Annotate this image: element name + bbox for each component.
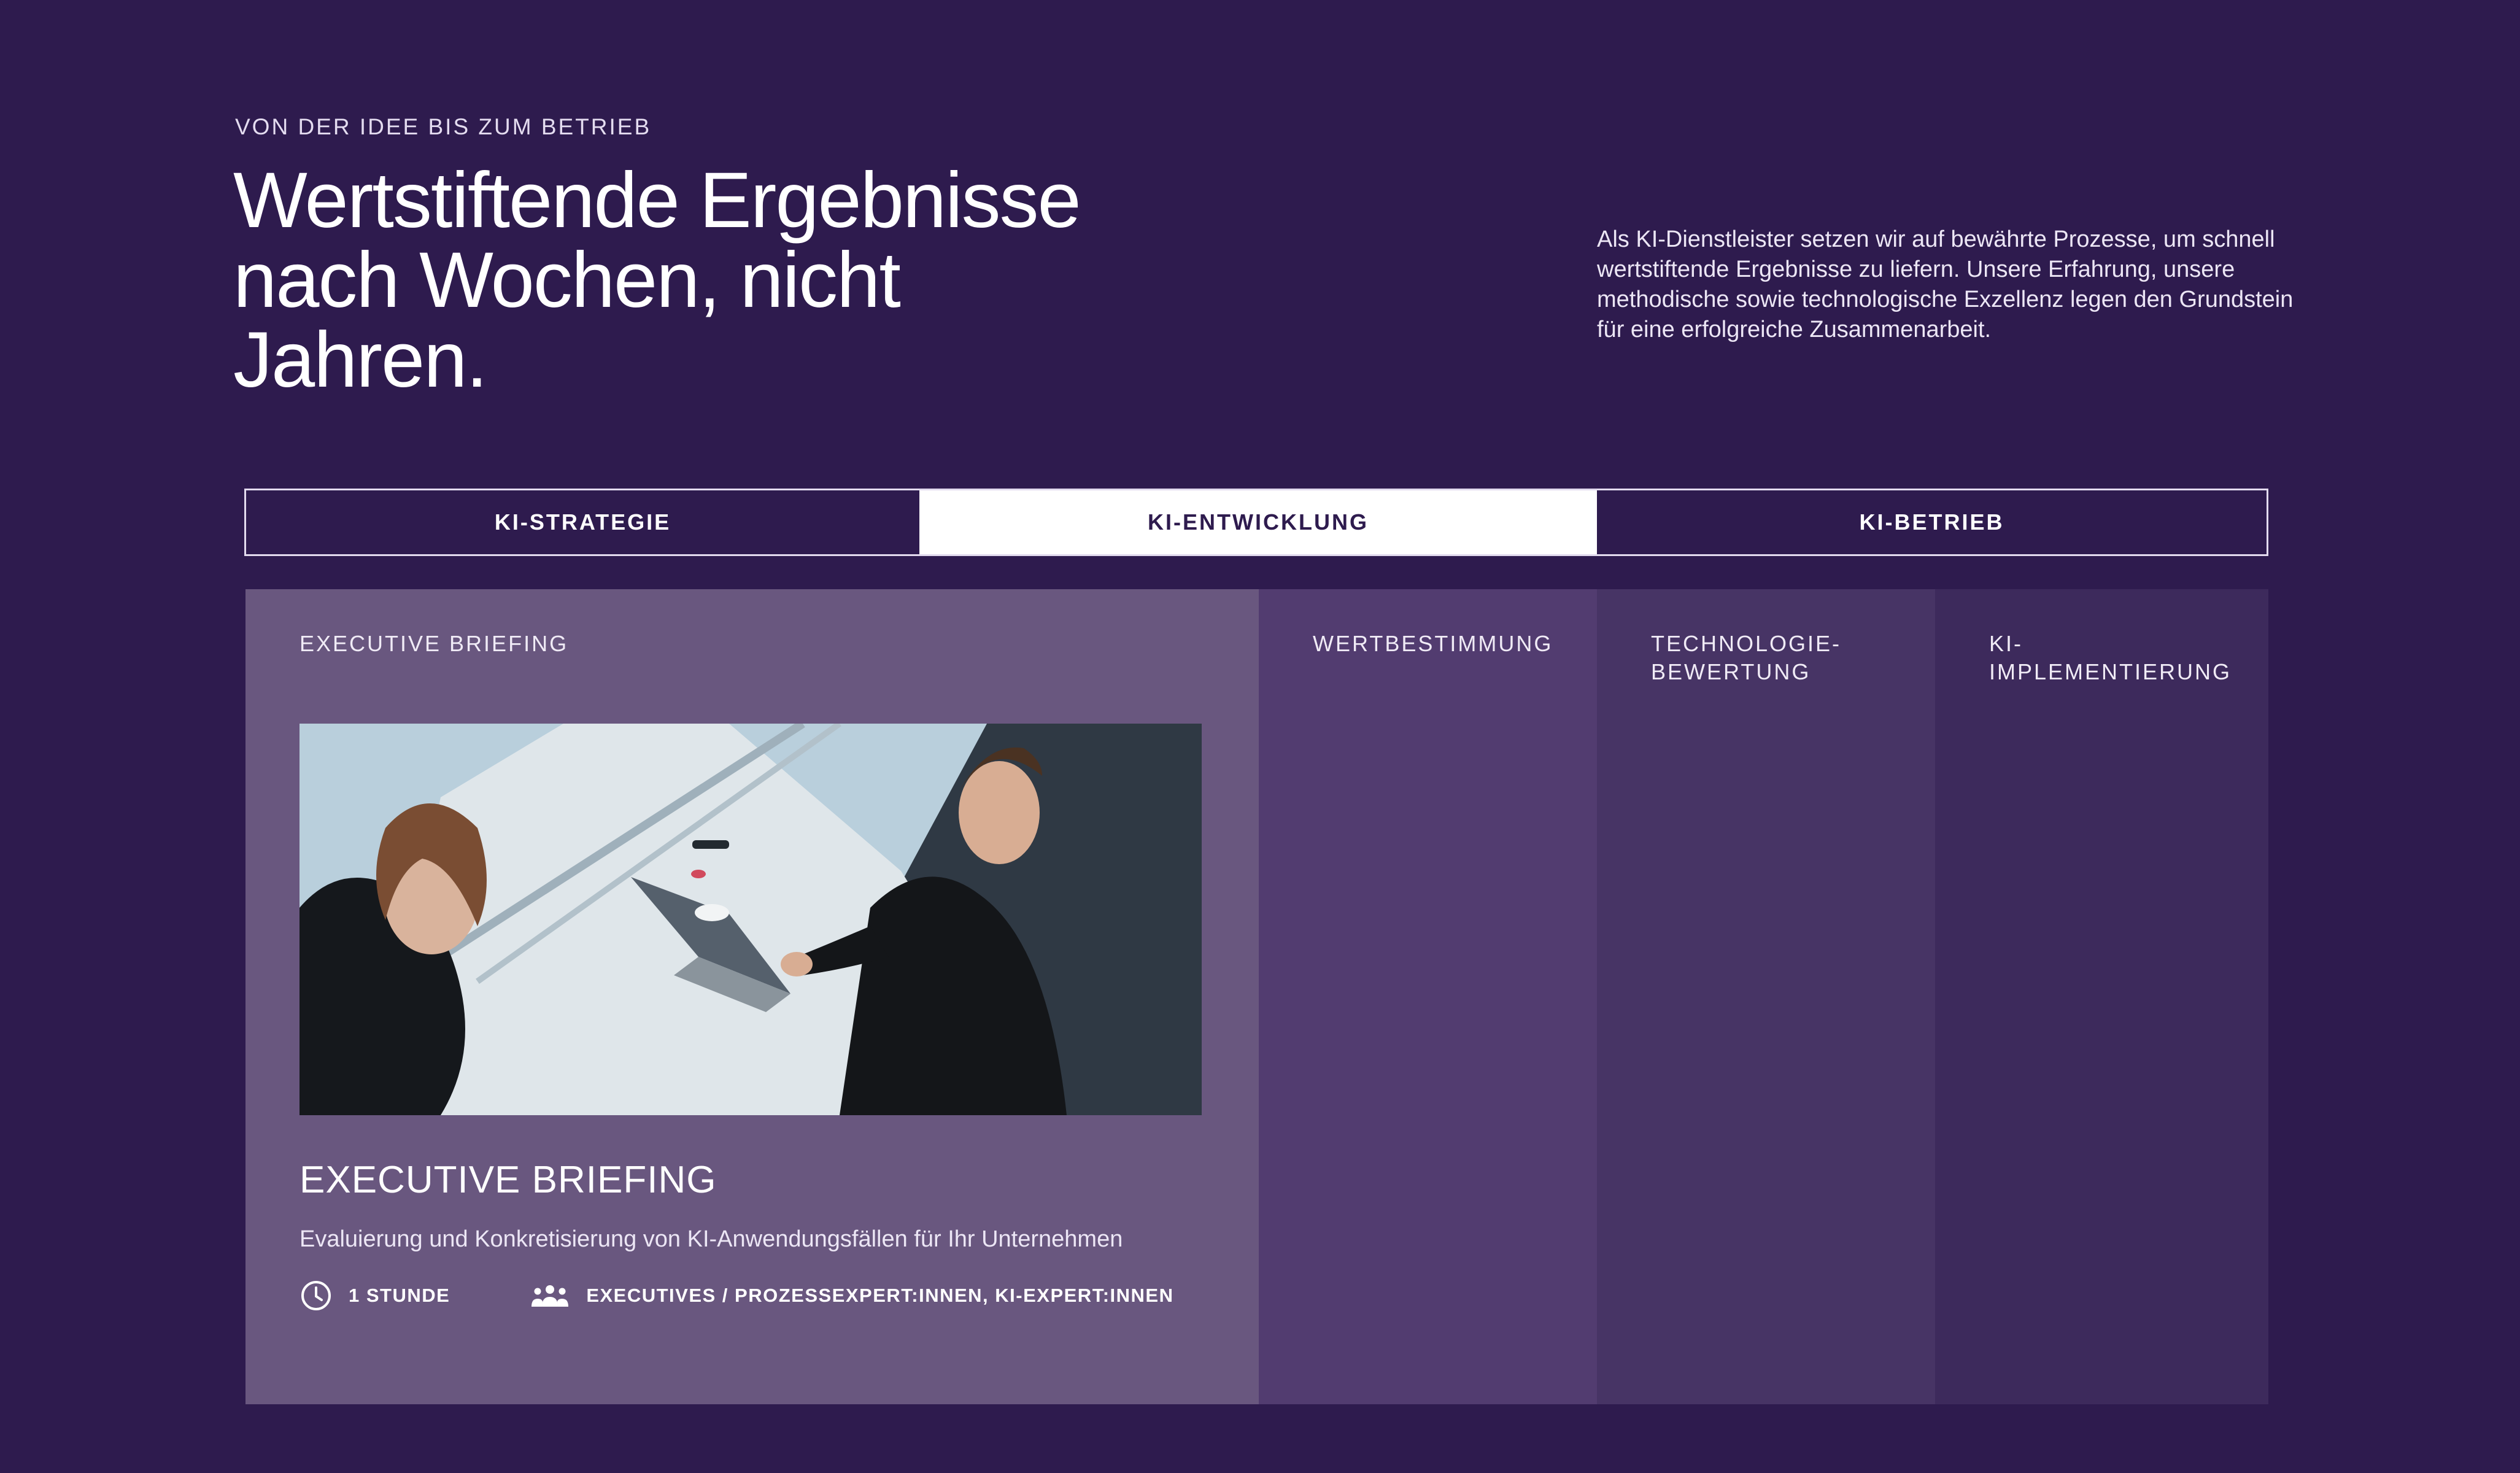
people-group-icon <box>530 1283 570 1308</box>
intro-paragraph: Als KI-Dienstleister setzen wir auf bewä… <box>1597 226 2294 342</box>
panel-label-technologie-bewertung: TECHNOLOGIE- BEWERTUNG <box>1651 631 1842 684</box>
tab-ki-strategie[interactable]: KI-STRATEGIE <box>246 490 919 554</box>
duration-meta: 1 STUNDE <box>300 1279 450 1312</box>
panel-label-wertbestimmung: WERTBESTIMMUNG <box>1313 631 1553 656</box>
clock-icon <box>300 1279 333 1312</box>
accordion-panel-ki-implementierung[interactable]: KI- IMPLEMENTIERUNG <box>1935 589 2268 1404</box>
panel-label-ki-implementierung: KI- IMPLEMENTIERUNG <box>1989 631 2232 684</box>
audience-value: EXECUTIVES / PROZESSEXPERT:INNEN, KI-EXP… <box>586 1285 1174 1306</box>
tab-ki-entwicklung[interactable]: KI-ENTWICKLUNG <box>919 490 1597 554</box>
card-description: Evaluierung und Konkretisierung von KI-A… <box>300 1226 1123 1252</box>
duration-value: 1 STUNDE <box>349 1285 450 1306</box>
card-meta: 1 STUNDE EXECUTIVES / PROZESSEXPERT:INNE… <box>300 1279 1173 1312</box>
eyebrow-text: VON DER IDEE BIS ZUM BETRIEB <box>235 114 652 139</box>
card-title: EXECUTIVE BRIEFING <box>300 1159 717 1201</box>
panel-label-executive-briefing: EXECUTIVE BRIEFING <box>300 631 569 656</box>
accordion-panel-executive-briefing[interactable]: EXECUTIVE BRIEFING EXECUTIVE BRIEFING Ev… <box>245 589 1259 1404</box>
accordion-panel-technologie-bewertung[interactable]: TECHNOLOGIE- BEWERTUNG <box>1597 589 1935 1404</box>
tab-ki-betrieb[interactable]: KI-BETRIEB <box>1597 490 2267 554</box>
phase-tabs: KI-STRATEGIE KI-ENTWICKLUNG KI-BETRIEB <box>244 489 2268 556</box>
audience-meta: EXECUTIVES / PROZESSEXPERT:INNEN, KI-EXP… <box>530 1283 1173 1308</box>
accordion-panel-wertbestimmung[interactable]: WERTBESTIMMUNG <box>1259 589 1597 1404</box>
meeting-photo <box>300 724 1202 1115</box>
page-headline: Wertstiftende Ergebnisse nach Wochen, ni… <box>233 157 1081 404</box>
